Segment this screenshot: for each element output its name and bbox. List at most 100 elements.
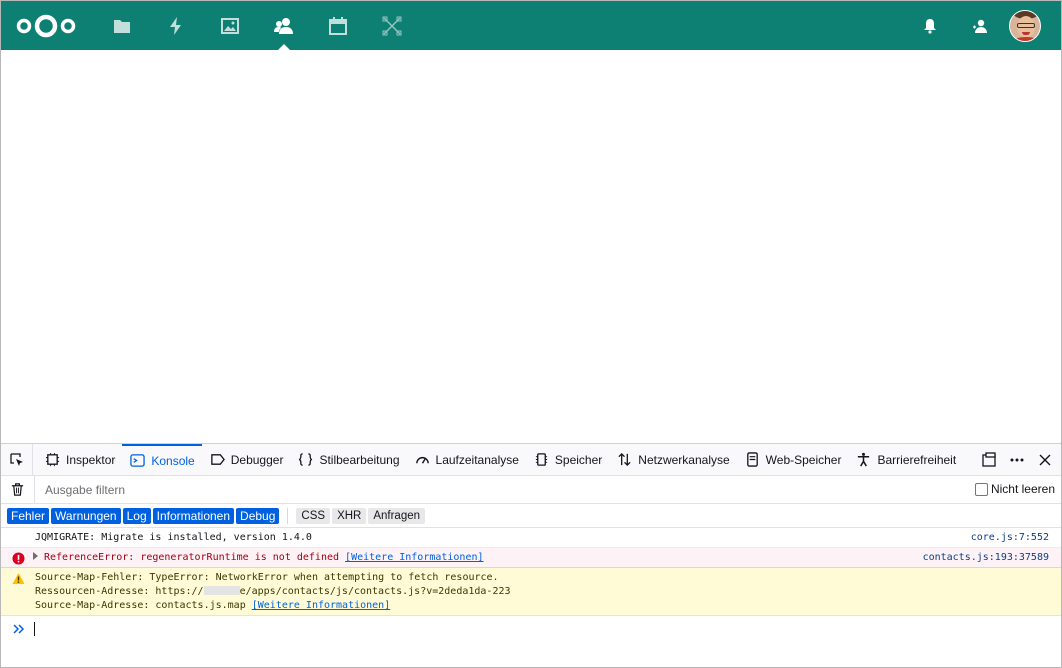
dock-button[interactable]	[977, 448, 1001, 472]
resource-url-suffix: e/apps/contacts/js/contacts.js?v=2deda1d…	[239, 586, 511, 597]
resource-url-prefix: Ressourcen-Adresse: https://	[35, 586, 204, 597]
network-icon	[618, 452, 631, 467]
activity-icon	[170, 16, 181, 35]
filter-log[interactable]: Log	[122, 507, 151, 524]
warning-line-3: Source-Map-Adresse: contacts.js.map [Wei…	[35, 599, 941, 613]
console-message-log: JQMIGRATE: Migrate is installed, version…	[1, 528, 1061, 548]
nav-calendar[interactable]	[311, 1, 365, 50]
contacts-icon	[274, 17, 293, 34]
text-caret	[34, 622, 35, 636]
nav-contacts[interactable]	[257, 1, 311, 50]
error-icon	[12, 552, 25, 565]
tab-style-editor[interactable]: Stilbearbeitung	[290, 444, 406, 475]
tab-label: Netzwerkanalyse	[638, 452, 730, 467]
tab-label: Konsole	[151, 453, 195, 468]
tab-label: Web-Speicher	[765, 452, 842, 467]
filter-debug[interactable]: Debug	[236, 507, 280, 524]
console-filter-bar: Nicht leeren	[1, 475, 1061, 504]
tab-debugger[interactable]: Debugger	[202, 444, 291, 475]
filter-warnings[interactable]: Warnungen	[51, 507, 121, 524]
inspector-icon	[45, 452, 60, 467]
tab-label: Inspektor	[66, 452, 116, 467]
nav-files[interactable]	[95, 1, 149, 50]
console-input[interactable]	[1, 616, 1061, 642]
learn-more-link[interactable]: [Weitere Informationen]	[252, 600, 390, 611]
files-icon	[114, 19, 130, 33]
nav-deck[interactable]	[365, 1, 419, 50]
expand-toggle-icon[interactable]	[33, 552, 38, 560]
log-level-filters: Fehler Warnungen Log Informationen Debug…	[1, 504, 1061, 528]
warning-line-2: Ressourcen-Adresse: https:// e/apps/conta…	[35, 585, 941, 599]
devtools-right-controls	[977, 444, 1057, 475]
filter-xhr[interactable]: XHR	[332, 507, 367, 524]
filter-css[interactable]: CSS	[296, 507, 331, 524]
devtools-panel: Inspektor Konsole Debugger Stilbearbeitung L…	[1, 443, 1061, 667]
bell-icon	[924, 18, 936, 34]
header-right	[905, 1, 1041, 50]
persist-logs-checkbox[interactable]	[974, 482, 988, 496]
browser-window: Inspektor Konsole Debugger Stilbearbeitung L…	[0, 0, 1062, 668]
style-editor-icon	[299, 453, 313, 466]
accessibility-icon	[858, 452, 870, 467]
close-devtools-button[interactable]	[1033, 448, 1057, 472]
tab-label: Debugger	[230, 452, 284, 467]
more-options-button[interactable]	[1005, 448, 1029, 472]
deck-icon	[382, 16, 402, 35]
tab-console[interactable]: Konsole	[122, 444, 202, 475]
avatar[interactable]	[1009, 9, 1041, 42]
nav-activity[interactable]	[149, 1, 203, 50]
contacts-menu-button[interactable]	[955, 1, 1005, 50]
memory-icon	[535, 453, 548, 466]
tab-label: Speicher	[554, 452, 603, 467]
divider	[287, 507, 289, 524]
app-navigation	[95, 1, 419, 50]
devtools-toolbar: Inspektor Konsole Debugger Stilbearbeitung L…	[1, 444, 1061, 476]
console-message-warning: Source-Map-Fehler: TypeError: NetworkErr…	[1, 568, 1061, 616]
warning-icon	[12, 573, 25, 584]
element-picker-icon	[9, 452, 23, 466]
debugger-icon	[210, 454, 225, 465]
page-content	[1, 50, 1061, 443]
performance-icon	[415, 457, 429, 464]
persist-logs-label: Nicht leeren	[990, 482, 1055, 496]
storage-icon	[746, 452, 758, 467]
message-location-link[interactable]: contacts.js:193:37589	[923, 551, 1049, 565]
dock-icon	[982, 451, 996, 467]
console-icon	[130, 454, 146, 467]
nextcloud-logo[interactable]	[15, 13, 77, 39]
tab-network[interactable]: Netzwerkanalyse	[609, 444, 736, 475]
persist-logs-toggle[interactable]: Nicht leeren	[974, 482, 1055, 496]
tab-inspector[interactable]: Inspektor	[37, 444, 122, 475]
close-icon	[1039, 454, 1051, 465]
tab-label: Stilbearbeitung	[319, 452, 400, 467]
message-text: ReferenceError: regeneratorRuntime is no…	[44, 552, 340, 563]
photos-icon	[221, 17, 239, 34]
message-text: JQMIGRATE: Migrate is installed, version…	[35, 532, 312, 543]
nextcloud-header	[1, 1, 1061, 50]
filter-requests[interactable]: Anfragen	[368, 507, 426, 524]
tab-label: Barrierefreiheit	[877, 452, 957, 467]
more-dots-icon	[1010, 458, 1024, 461]
notifications-button[interactable]	[905, 1, 955, 50]
tab-storage[interactable]: Web-Speicher	[737, 444, 849, 475]
trash-icon	[11, 483, 24, 496]
element-picker-button[interactable]	[1, 444, 33, 475]
console-message-error: ReferenceError: regeneratorRuntime is no…	[1, 548, 1061, 568]
clear-console-button[interactable]	[1, 475, 35, 504]
tab-memory[interactable]: Speicher	[526, 444, 609, 475]
tab-performance[interactable]: Laufzeitanalyse	[407, 444, 526, 475]
source-map-url: Source-Map-Adresse: contacts.js.map	[35, 600, 246, 611]
filter-info[interactable]: Informationen	[152, 507, 235, 524]
nav-photos[interactable]	[203, 1, 257, 50]
tab-accessibility[interactable]: Barrierefreiheit	[848, 444, 963, 475]
filter-errors[interactable]: Fehler	[7, 507, 50, 524]
filter-output-input[interactable]	[45, 477, 445, 502]
learn-more-link[interactable]: [Weitere Informationen]	[345, 552, 483, 563]
prompt-chevron-icon	[13, 624, 25, 634]
calendar-icon	[329, 16, 347, 35]
tab-label: Laufzeitanalyse	[435, 452, 519, 467]
redacted-host	[203, 586, 240, 595]
message-location-link[interactable]: core.js:7:552	[971, 531, 1049, 545]
warning-line-1: Source-Map-Fehler: TypeError: NetworkErr…	[35, 572, 499, 583]
contacts-menu-icon	[973, 19, 987, 33]
